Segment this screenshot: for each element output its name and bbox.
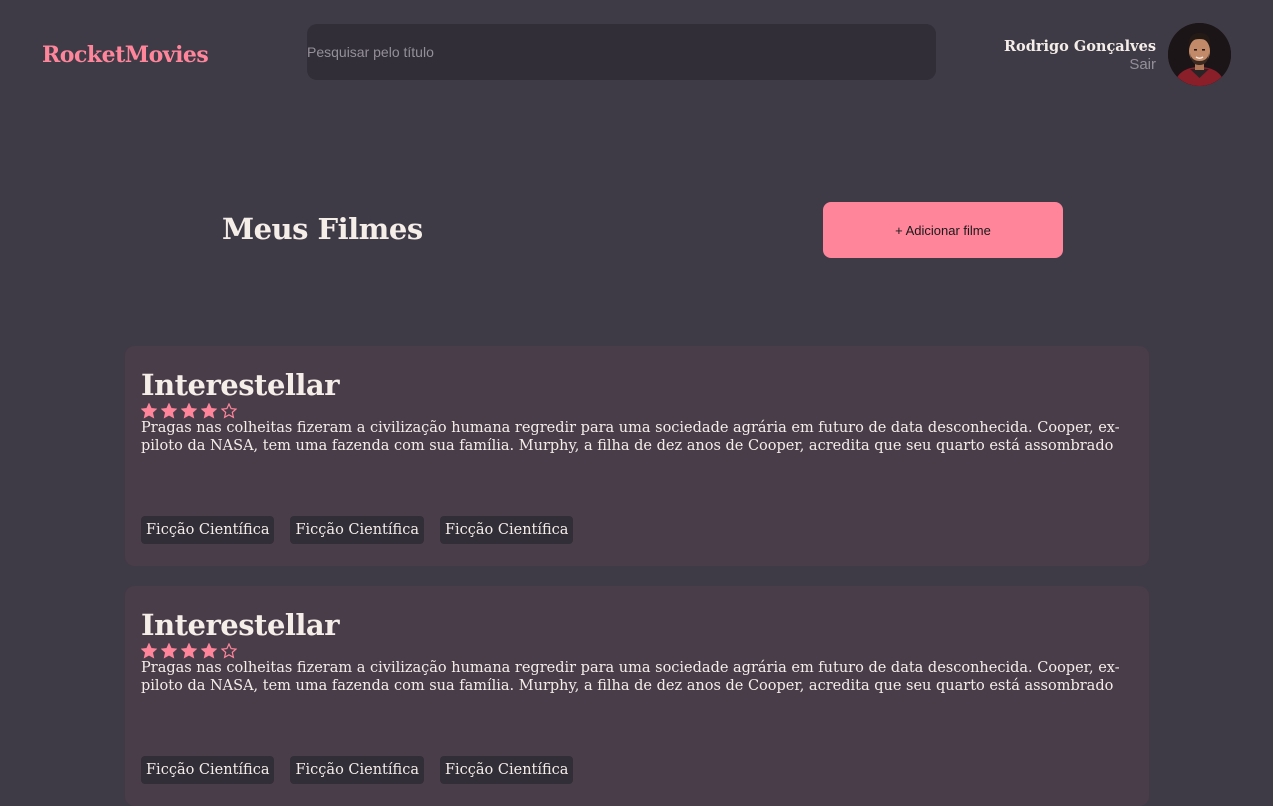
page-title: Meus Filmes	[222, 212, 423, 246]
tag: Ficção Científica	[290, 756, 424, 784]
star-filled-icon	[201, 643, 217, 659]
star-filled-icon	[161, 403, 177, 419]
search-input[interactable]	[307, 24, 936, 80]
user-name: Rodrigo Gonçalves	[1003, 38, 1156, 55]
brand-logo[interactable]: RocketMovies	[42, 42, 209, 68]
tag: Ficção Científica	[439, 516, 574, 544]
rating-stars	[141, 403, 1133, 419]
star-filled-icon	[161, 643, 177, 659]
add-movie-button[interactable]: + Adicionar filme	[823, 202, 1063, 258]
avatar[interactable]	[1168, 23, 1231, 86]
star-filled-icon	[201, 403, 217, 419]
star-outline-icon	[221, 643, 237, 659]
tag-list: Ficção Científica Ficção Científica Ficç…	[141, 756, 574, 784]
movie-card[interactable]: Interestellar Pragas nas colheitas fizer…	[125, 586, 1149, 806]
signout-link[interactable]: Sair	[1129, 56, 1156, 73]
tag: Ficção Científica	[141, 756, 275, 784]
tag-list: Ficção Científica Ficção Científica Ficç…	[141, 516, 574, 544]
search-box[interactable]	[307, 24, 936, 80]
movie-description: Pragas nas colheitas fizeram a civilizaç…	[141, 420, 1120, 454]
movie-description: Pragas nas colheitas fizeram a civilizaç…	[141, 660, 1120, 694]
star-outline-icon	[221, 403, 237, 419]
movie-title: Interestellar	[141, 368, 340, 402]
rating-stars	[141, 643, 1133, 659]
tag: Ficção Científica	[290, 516, 424, 544]
movie-title: Interestellar	[141, 608, 340, 642]
tag: Ficção Científica	[439, 756, 574, 784]
star-filled-icon	[141, 643, 157, 659]
star-filled-icon	[181, 403, 197, 419]
movie-card[interactable]: Interestellar Pragas nas colheitas fizer…	[125, 346, 1149, 566]
app-header: RocketMovies Rodrigo Gonçalves Sair	[0, 0, 1273, 116]
star-filled-icon	[141, 403, 157, 419]
star-filled-icon	[181, 643, 197, 659]
tag: Ficção Científica	[141, 516, 275, 544]
